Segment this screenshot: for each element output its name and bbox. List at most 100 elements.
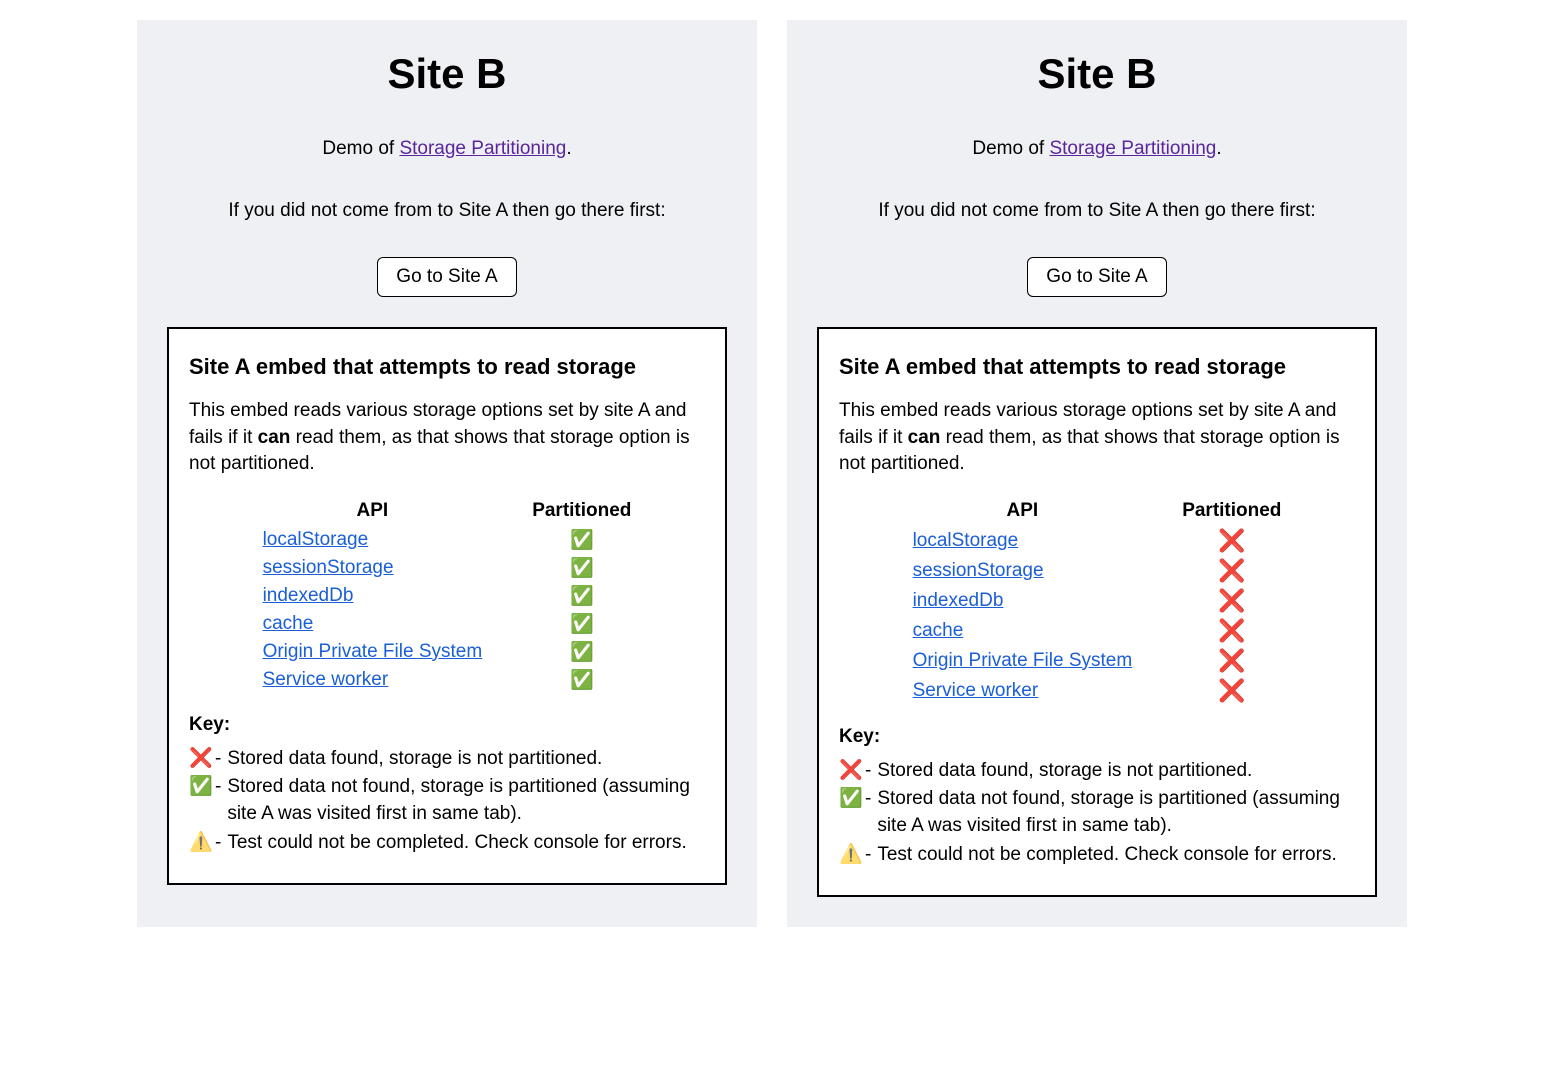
status-cell: ❌: [1157, 646, 1306, 676]
status-cell: ❌: [1157, 616, 1306, 646]
key-dash: -: [215, 774, 227, 801]
api-table-body-1: localStorage❌sessionStorage❌indexedDb❌ca…: [888, 526, 1307, 706]
embed-desc-strong: can: [908, 427, 941, 448]
instruction-text: If you did not come from to Site A then …: [817, 200, 1377, 222]
status-cell: ✅: [507, 582, 656, 610]
instruction-text: If you did not come from to Site A then …: [167, 200, 727, 222]
table-row: Service worker ❌: [888, 676, 1307, 706]
storage-partitioning-link[interactable]: Storage Partitioning: [399, 138, 566, 159]
key-dash: -: [865, 786, 877, 813]
table-row: Origin Private File System ✅: [238, 638, 657, 666]
x-icon: ❌: [1218, 678, 1245, 703]
key-dash: -: [215, 746, 227, 773]
api-table: API Partitioned localStorage❌sessionStor…: [888, 496, 1307, 706]
key-text: Stored data found, storage is not partit…: [877, 758, 1355, 785]
check-icon: ✅: [570, 614, 594, 635]
check-icon: ✅: [570, 670, 594, 691]
key-dash: -: [865, 842, 877, 869]
api-link[interactable]: localStorage: [913, 530, 1019, 551]
table-header-api: API: [888, 496, 1158, 526]
check-icon: ✅: [570, 558, 594, 579]
table-row: indexedDb ✅: [238, 582, 657, 610]
intro-prefix: Demo of: [322, 138, 399, 159]
x-icon: ❌: [1218, 588, 1245, 613]
status-cell: ❌: [1157, 586, 1306, 616]
api-link[interactable]: Origin Private File System: [263, 641, 483, 662]
panel-left: Site B Demo of Storage Partitioning. If …: [137, 20, 757, 927]
site-title: Site B: [817, 50, 1377, 98]
api-link[interactable]: Service worker: [913, 680, 1039, 701]
api-link[interactable]: indexedDb: [913, 590, 1004, 611]
key-text: Test could not be completed. Check conso…: [227, 830, 705, 857]
table-row: Origin Private File System ❌: [888, 646, 1307, 676]
api-cell: cache: [888, 616, 1158, 646]
api-link[interactable]: sessionStorage: [913, 560, 1044, 581]
table-row: indexedDb ❌: [888, 586, 1307, 616]
intro-text: Demo of Storage Partitioning.: [817, 138, 1377, 160]
key-row: ❌- Stored data found, storage is not par…: [839, 758, 1355, 785]
table-header-api: API: [238, 496, 508, 526]
check-icon: ✅: [570, 530, 594, 551]
api-cell: Service worker: [888, 676, 1158, 706]
api-link[interactable]: cache: [263, 613, 314, 634]
embed-description: This embed reads various storage options…: [189, 398, 705, 478]
api-cell: localStorage: [888, 526, 1158, 556]
intro-suffix: .: [566, 138, 571, 159]
intro-prefix: Demo of: [972, 138, 1049, 159]
key-row: ❌- Stored data found, storage is not par…: [189, 746, 705, 773]
status-cell: ✅: [507, 554, 656, 582]
table-row: sessionStorage ✅: [238, 554, 657, 582]
key-list-1: ❌- Stored data found, storage is not par…: [839, 758, 1355, 868]
x-icon: ❌: [839, 758, 865, 785]
check-icon: ✅: [570, 642, 594, 663]
key-text: Stored data not found, storage is partit…: [227, 774, 705, 827]
intro-suffix: .: [1216, 138, 1221, 159]
api-link[interactable]: sessionStorage: [263, 557, 394, 578]
table-row: Service worker ✅: [238, 666, 657, 694]
embed-description: This embed reads various storage options…: [839, 398, 1355, 478]
key-text: Test could not be completed. Check conso…: [877, 842, 1355, 869]
api-table-body-0: localStorage ✅ sessionStorage ✅ indexedDb ✅ ca…: [238, 526, 657, 694]
key-text: Stored data found, storage is not partit…: [227, 746, 705, 773]
key-row: ⚠️- Test could not be completed. Check c…: [189, 830, 705, 857]
api-link[interactable]: Service worker: [263, 669, 389, 690]
key-list-0: ❌- Stored data found, storage is not par…: [189, 746, 705, 856]
embed-desc-strong: can: [258, 427, 291, 448]
api-link[interactable]: localStorage: [263, 529, 369, 550]
table-header-partitioned: Partitioned: [1157, 496, 1306, 526]
site-title: Site B: [167, 50, 727, 98]
api-cell: sessionStorage: [888, 556, 1158, 586]
panel-right: Site B Demo of Storage Partitioning. If …: [787, 20, 1407, 927]
status-cell: ✅: [507, 526, 656, 554]
embed-title: Site A embed that attempts to read stora…: [189, 354, 705, 380]
api-link[interactable]: cache: [913, 620, 964, 641]
table-row: cache ❌: [888, 616, 1307, 646]
api-cell: indexedDb: [238, 582, 508, 610]
table-row: localStorage ✅: [238, 526, 657, 554]
x-icon: ❌: [189, 746, 215, 773]
api-cell: localStorage: [238, 526, 508, 554]
x-icon: ❌: [1218, 648, 1245, 673]
key-dash: -: [865, 758, 877, 785]
api-cell: cache: [238, 610, 508, 638]
api-cell: indexedDb: [888, 586, 1158, 616]
status-cell: ✅: [507, 610, 656, 638]
status-cell: ❌: [1157, 676, 1306, 706]
go-to-site-a-button[interactable]: Go to Site A: [1027, 257, 1166, 297]
x-icon: ❌: [1218, 618, 1245, 643]
key-row: ✅- Stored data not found, storage is par…: [189, 774, 705, 827]
intro-text: Demo of Storage Partitioning.: [167, 138, 727, 160]
api-cell: sessionStorage: [238, 554, 508, 582]
table-row: sessionStorage❌: [888, 556, 1307, 586]
api-link[interactable]: indexedDb: [263, 585, 354, 606]
button-row: Go to Site A: [817, 257, 1377, 297]
storage-partitioning-link[interactable]: Storage Partitioning: [1049, 138, 1216, 159]
api-link[interactable]: Origin Private File System: [913, 650, 1133, 671]
api-table: API Partitioned localStorage✅sessionStor…: [238, 496, 657, 694]
embed-box: Site A embed that attempts to read stora…: [817, 327, 1377, 897]
check-icon: ✅: [570, 586, 594, 607]
go-to-site-a-button[interactable]: Go to Site A: [377, 257, 516, 297]
embed-title: Site A embed that attempts to read stora…: [839, 354, 1355, 380]
x-icon: ❌: [1218, 528, 1245, 553]
warning-icon: ⚠️: [189, 830, 215, 857]
